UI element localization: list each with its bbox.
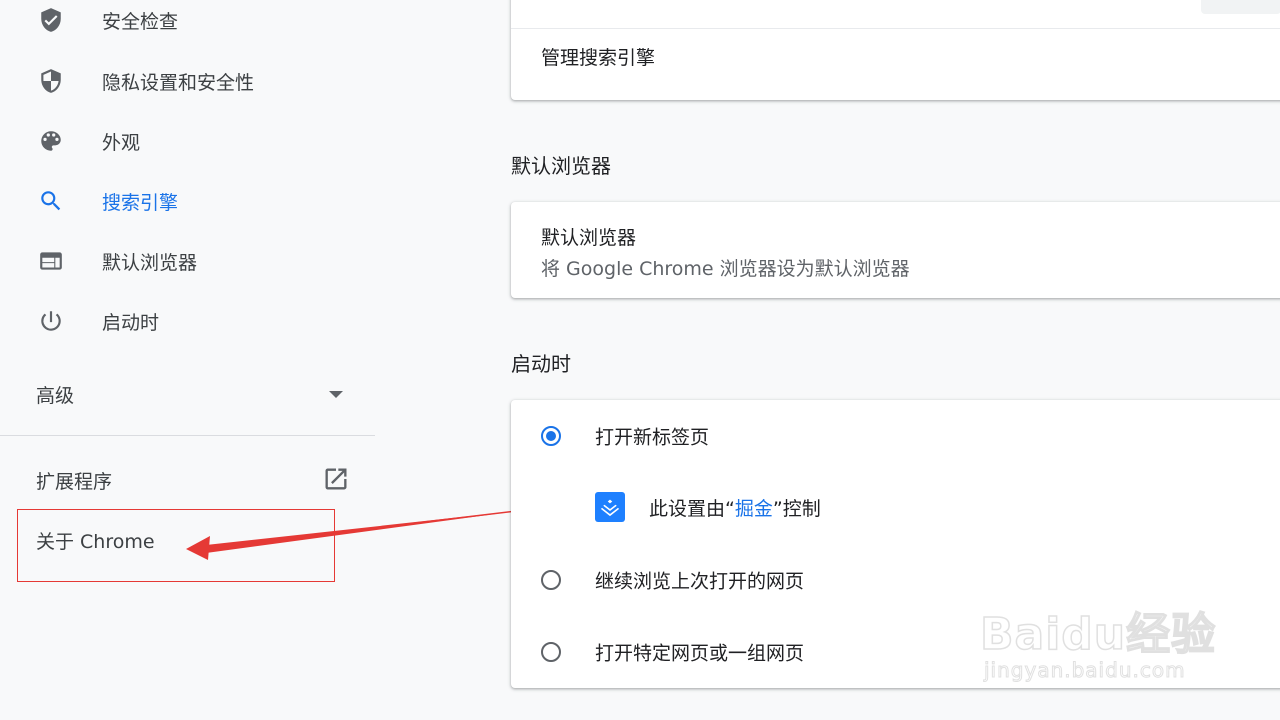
startup-option-label: 继续浏览上次打开的网页 (595, 570, 805, 593)
radio-button[interactable] (541, 642, 561, 662)
policy-text: 此设置由“掘金”控制 (649, 498, 821, 520)
policy-link[interactable]: 掘金 (735, 498, 773, 520)
default-browser-card[interactable]: 默认浏览器 将 Google Chrome 浏览器设为默认浏览器 (511, 202, 1280, 298)
watermark-url: jingyan.baidu.com (984, 658, 1186, 683)
section-title-on-startup: 启动时 (511, 352, 571, 376)
default-browser-title: 默认浏览器 (541, 227, 637, 249)
baidu-jingyan-watermark: Baidu经验 jingyan.baidu.com (979, 590, 1220, 690)
radio-button[interactable] (541, 570, 561, 590)
policy-indicator: 此设置由“掘金”控制 (511, 486, 1280, 530)
section-title-default-browser: 默认浏览器 (511, 154, 611, 178)
startup-option-label: 打开特定网页或一组网页 (595, 642, 805, 665)
partial-dropdown[interactable] (1201, 0, 1280, 14)
search-engine-card: 管理搜索引擎 (511, 0, 1280, 100)
default-browser-subtitle: 将 Google Chrome 浏览器设为默认浏览器 (541, 258, 910, 280)
startup-option-label: 打开新标签页 (595, 426, 710, 449)
juejin-logo-icon (595, 492, 625, 522)
row-divider (511, 28, 1280, 29)
watermark-logo-text: Baidu经验 (979, 608, 1217, 661)
radio-button[interactable] (541, 426, 561, 446)
manage-search-engines-link[interactable]: 管理搜索引擎 (541, 43, 655, 70)
startup-option-new-tab[interactable]: 打开新标签页 (511, 408, 1280, 464)
